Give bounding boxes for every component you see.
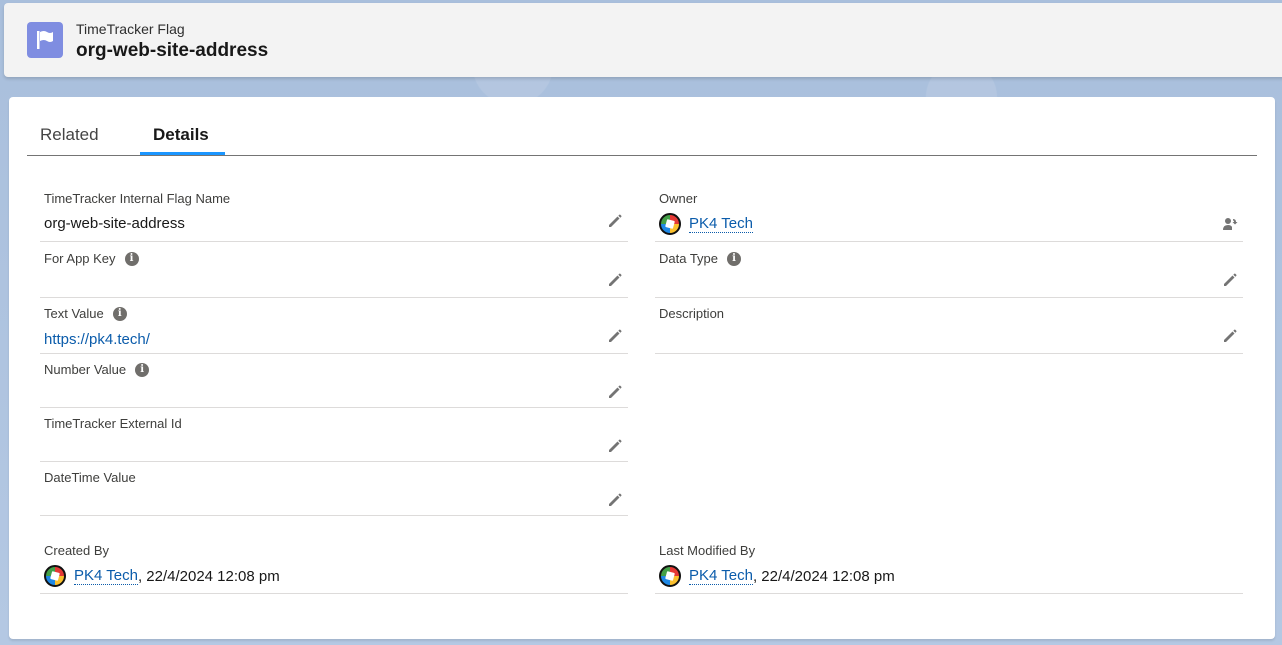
record-title: org-web-site-address	[76, 40, 269, 61]
pencil-icon[interactable]	[606, 327, 624, 345]
tab-bar: Related Details	[27, 111, 1257, 156]
field-label: Owner	[659, 191, 698, 206]
created-by-timestamp: , 22/4/2024 12:08 pm	[137, 567, 280, 585]
field-description: Description	[655, 298, 1243, 354]
last-modified-by-user-link[interactable]: PK4 Tech	[689, 567, 753, 585]
user-avatar	[659, 213, 681, 235]
info-icon[interactable]: i	[727, 251, 742, 266]
field-external-id: TimeTracker External Id	[40, 408, 628, 462]
field-label: TimeTracker Internal Flag Name	[44, 191, 231, 206]
pencil-icon[interactable]	[606, 383, 624, 401]
record-header: TimeTracker Flag org-web-site-address	[4, 3, 1282, 77]
user-avatar	[44, 565, 66, 587]
pencil-icon[interactable]	[606, 212, 624, 230]
field-datetime-value: DateTime Value	[40, 462, 628, 516]
field-label: TimeTracker External Id	[44, 416, 182, 431]
field-value: https://pk4.tech/	[44, 331, 150, 348]
tab-details[interactable]: Details	[153, 125, 209, 145]
field-value: PK4 Tech , 22/4/2024 12:08 pm	[659, 565, 895, 587]
field-label: For App Key i	[44, 251, 139, 266]
field-label: Text Value i	[44, 306, 127, 321]
field-value: PK4 Tech	[659, 213, 753, 235]
owner-user-link[interactable]: PK4 Tech	[689, 215, 753, 233]
active-tab-indicator	[140, 152, 225, 155]
field-number-value: Number Value i	[40, 354, 628, 408]
last-modified-timestamp: , 22/4/2024 12:08 pm	[752, 567, 895, 585]
details-card: Related Details TimeTracker Internal Fla…	[9, 97, 1275, 639]
field-label: Last Modified By	[659, 543, 756, 558]
field-label: Created By	[44, 543, 110, 558]
entity-label: TimeTracker Flag	[76, 21, 185, 37]
field-internal-flag-name: TimeTracker Internal Flag Name org-web-s…	[40, 185, 628, 242]
field-label: Description	[659, 306, 725, 321]
info-icon[interactable]: i	[112, 306, 127, 321]
field-last-modified-by: Last Modified By PK4 Tech , 22/4/2024 12…	[655, 537, 1243, 594]
field-label: DateTime Value	[44, 470, 136, 485]
change-owner-icon[interactable]	[1221, 215, 1239, 233]
field-value: org-web-site-address	[44, 215, 185, 232]
field-for-app-key: For App Key i	[40, 242, 628, 298]
tab-related[interactable]: Related	[40, 125, 99, 145]
field-text-value: Text Value i https://pk4.tech/	[40, 298, 628, 354]
info-icon[interactable]: i	[124, 251, 139, 266]
info-icon[interactable]: i	[135, 362, 150, 377]
field-label: Number Value i	[44, 362, 150, 377]
pencil-icon[interactable]	[1221, 327, 1239, 345]
created-by-user-link[interactable]: PK4 Tech	[74, 567, 138, 585]
flag-icon	[27, 22, 63, 58]
field-data-type: Data Type i	[655, 242, 1243, 298]
field-value: PK4 Tech , 22/4/2024 12:08 pm	[44, 565, 280, 587]
field-owner: Owner PK4 Tech	[655, 185, 1243, 242]
pencil-icon[interactable]	[606, 271, 624, 289]
field-label: Data Type i	[659, 251, 742, 266]
pencil-icon[interactable]	[606, 437, 624, 455]
pencil-icon[interactable]	[606, 491, 624, 509]
field-created-by: Created By PK4 Tech , 22/4/2024 12:08 pm	[40, 537, 628, 594]
pencil-icon[interactable]	[1221, 271, 1239, 289]
text-value-link[interactable]: https://pk4.tech/	[44, 331, 150, 348]
user-avatar	[659, 565, 681, 587]
